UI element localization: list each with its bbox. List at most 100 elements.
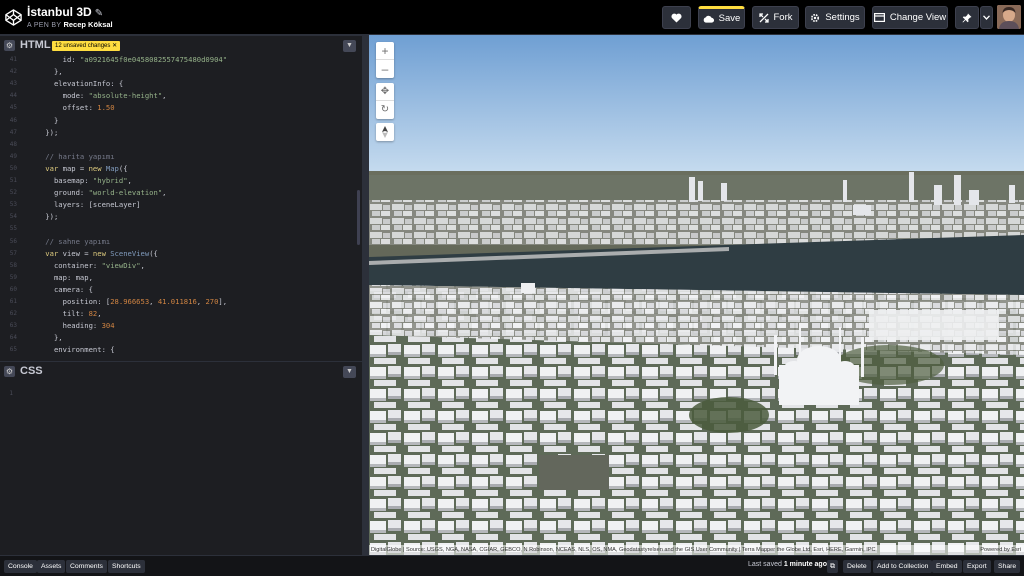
change-view-button[interactable]: Change View — [872, 6, 948, 29]
code-text: var map = new Map({ — [28, 163, 128, 173]
code-text: lighting: { — [28, 357, 111, 359]
powered-by-esri[interactable]: Powered by Esri — [980, 545, 1021, 555]
code-line[interactable]: 56 // sahne yapımı — [0, 236, 362, 247]
embed-button[interactable]: Embed — [932, 560, 962, 573]
pen-title[interactable]: İstanbul 3D ✎ — [27, 5, 103, 19]
line-number: 50 — [9, 164, 17, 172]
code-line[interactable]: 65 environment: { — [0, 344, 362, 355]
code-line[interactable]: 66 lighting: { — [0, 357, 362, 359]
code-line[interactable]: 52 ground: "world-elevation", — [0, 187, 362, 198]
code-text: container: "viewDiv", — [28, 260, 145, 270]
codepen-logo-icon[interactable] — [4, 8, 23, 27]
rotate-icon[interactable]: ↻ — [376, 101, 394, 119]
code-line[interactable]: 41 id: "a0921645f0e0458082557475480d0904… — [0, 55, 362, 65]
heart-button[interactable] — [662, 6, 691, 29]
code-line[interactable]: 59 map: map, — [0, 272, 362, 283]
code-line[interactable]: 63 heading: 304 — [0, 320, 362, 331]
html-panel-title: HTML — [20, 39, 51, 51]
settings-button[interactable]: Settings — [805, 6, 865, 29]
comments-button[interactable]: Comments — [66, 560, 107, 573]
shortcuts-button[interactable]: Shortcuts — [108, 560, 145, 573]
code-line[interactable]: 50 var map = new Map({ — [0, 163, 362, 174]
css-collapse-button[interactable]: ▼ — [343, 366, 356, 378]
line-number: 45 — [9, 104, 17, 112]
code-line[interactable]: 54 }); — [0, 211, 362, 222]
line-number: 62 — [9, 310, 17, 318]
code-line[interactable]: 62 tilt: 82, — [0, 308, 362, 319]
line-number: 1 — [9, 390, 13, 397]
close-icon[interactable]: ✕ — [112, 43, 117, 49]
code-line[interactable]: 57 var view = new SceneView({ — [0, 248, 362, 259]
code-line[interactable]: 53 layers: [sceneLayer] — [0, 199, 362, 210]
pin-icon — [962, 13, 972, 22]
html-scrollbar[interactable] — [357, 190, 360, 245]
share-button[interactable]: Share — [994, 560, 1021, 573]
code-line[interactable]: 48 — [0, 139, 362, 150]
line-number: 52 — [9, 189, 17, 197]
code-line[interactable]: 44 mode: "absolute-height", — [0, 90, 362, 101]
line-number: 44 — [9, 92, 17, 100]
author-link[interactable]: Recep Köksal — [63, 20, 112, 29]
top-header: İstanbul 3D ✎ A PEN BY Recep Köksal Save … — [0, 0, 1024, 35]
pencil-icon[interactable]: ✎ — [95, 8, 103, 19]
code-text: ground: "world-elevation", — [28, 188, 167, 198]
css-panel-header[interactable]: ⚙ CSS ▼ — [0, 361, 362, 381]
line-number: 46 — [9, 116, 17, 124]
pin-button[interactable] — [955, 6, 979, 29]
code-line[interactable]: 51 basemap: "hybrid", — [0, 175, 362, 186]
compass-icon[interactable] — [376, 123, 394, 141]
zoom-in-button[interactable]: + — [376, 42, 394, 60]
line-number: 56 — [9, 237, 17, 245]
code-text: var view = new SceneView({ — [28, 248, 158, 258]
assets-button[interactable]: Assets — [37, 560, 66, 573]
code-line[interactable]: 64 }, — [0, 332, 362, 343]
export-button[interactable]: Export — [963, 560, 991, 573]
navigation-controls: ✥ ↻ — [376, 83, 394, 119]
html-code-editor[interactable]: 41 id: "a0921645f0e0458082557475480d0904… — [0, 55, 362, 358]
user-avatar[interactable] — [997, 5, 1021, 29]
code-text: camera: { — [28, 284, 93, 294]
code-line[interactable]: 45 offset: 1.50 — [0, 102, 362, 113]
line-number: 64 — [9, 334, 17, 342]
chevron-down-icon: ▼ — [346, 42, 353, 49]
code-line[interactable]: 43 elevationInfo: { — [0, 78, 362, 89]
code-line[interactable]: 49 // harita yapımı — [0, 151, 362, 162]
code-line[interactable]: 60 camera: { — [0, 284, 362, 295]
code-text: environment: { — [28, 345, 115, 355]
line-number: 66 — [0, 357, 17, 359]
code-text: offset: 1.50 — [28, 103, 115, 113]
line-number: 63 — [9, 322, 17, 330]
code-line[interactable]: 47 }); — [0, 127, 362, 138]
code-text: position: [28.966653, 41.011816, 270], — [28, 297, 228, 306]
fork-icon — [758, 12, 769, 23]
line-number: 54 — [9, 213, 17, 221]
open-external-button[interactable]: ⧉ — [827, 560, 838, 573]
add-to-collection-button[interactable]: Add to Collection — [873, 560, 933, 573]
line-number: 47 — [9, 128, 17, 136]
code-line[interactable]: 46 } — [0, 115, 362, 126]
code-text: }); — [28, 212, 59, 222]
code-text: elevationInfo: { — [28, 79, 124, 89]
code-line[interactable]: 42 }, — [0, 66, 362, 77]
delete-button[interactable]: Delete — [843, 560, 871, 573]
line-number: 60 — [9, 285, 17, 293]
pan-icon[interactable]: ✥ — [376, 83, 394, 101]
html-collapse-button[interactable]: ▼ — [343, 40, 356, 52]
unsaved-changes-badge[interactable]: 12 unsaved changes ✕ — [52, 41, 121, 51]
map-attribution: DigitalGlobe | Source: USGS, NGA, NASA, … — [369, 545, 1024, 555]
code-line[interactable]: 58 container: "viewDiv", — [0, 260, 362, 271]
preview-3d-scene[interactable]: + – ✥ ↻ DigitalGlobe | Source: USGS, NGA… — [369, 35, 1024, 555]
code-line[interactable]: 61 position: [28.966653, 41.011816, 270]… — [0, 296, 362, 307]
html-settings-icon[interactable]: ⚙ — [4, 40, 15, 51]
zoom-controls: + – — [376, 42, 394, 78]
editor-resize-handle[interactable] — [362, 35, 369, 555]
code-line[interactable]: 55 — [0, 223, 362, 234]
pin-dropdown-button[interactable] — [980, 6, 993, 29]
js-code-editor[interactable]: 1 — [0, 386, 362, 555]
css-settings-icon[interactable]: ⚙ — [4, 366, 15, 377]
console-button[interactable]: Console — [4, 560, 37, 573]
css-panel-title: CSS — [20, 365, 43, 377]
zoom-out-button[interactable]: – — [376, 60, 394, 78]
fork-button[interactable]: Fork — [752, 6, 799, 29]
save-button[interactable]: Save — [698, 6, 745, 29]
